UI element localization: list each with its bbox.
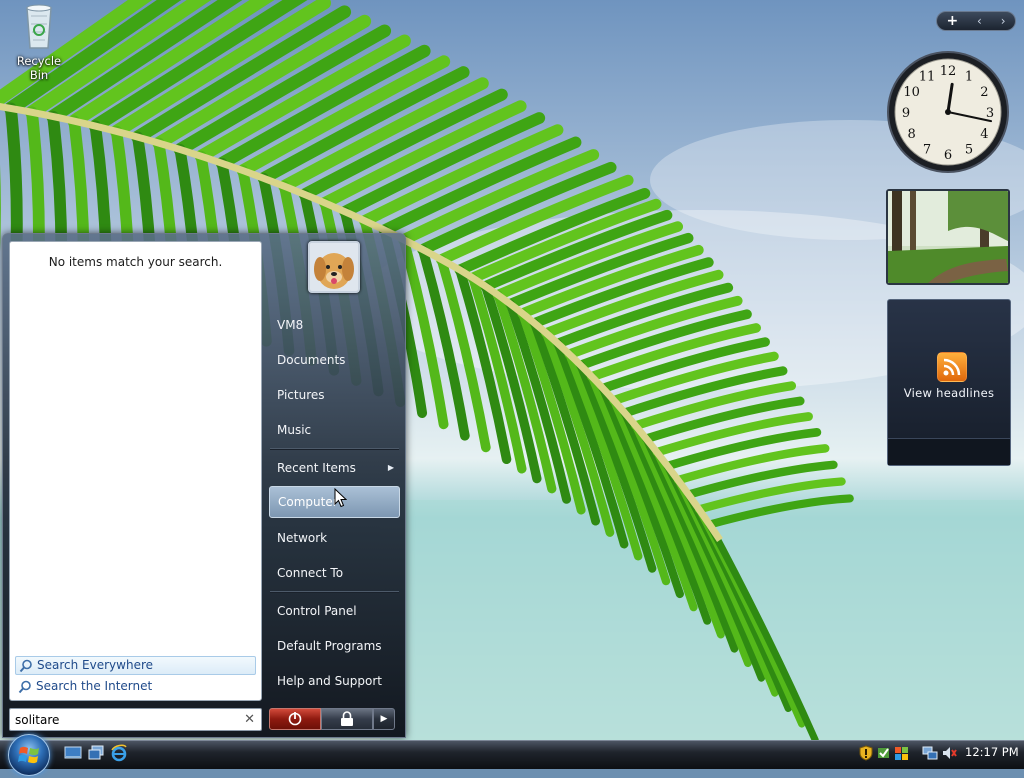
- clock-numeral: 6: [944, 148, 952, 163]
- start-menu-item-label: Recent Items: [277, 461, 356, 475]
- start-menu-item-label: VM8: [277, 318, 304, 332]
- add-gadget-button[interactable]: +: [946, 13, 958, 29]
- start-button[interactable]: [8, 734, 50, 776]
- clock-numeral: 2: [980, 85, 988, 100]
- start-menu-item-label: Music: [277, 423, 312, 437]
- clock-numeral: 10: [903, 85, 920, 100]
- dog-avatar-image: [310, 243, 358, 291]
- windows-flag-icon[interactable]: [894, 745, 910, 761]
- clock-numeral: 3: [986, 106, 994, 121]
- start-menu-item-label: Documents: [277, 353, 346, 367]
- start-menu: No items match your search. Search Every…: [2, 233, 406, 738]
- start-menu-item-recent-items[interactable]: Recent Items ▶: [269, 452, 400, 484]
- menu-separator: [270, 591, 399, 593]
- internet-explorer-icon[interactable]: [110, 744, 128, 762]
- search-everywhere-label: Search Everywhere: [37, 658, 153, 672]
- recycle-bin[interactable]: Recycle Bin: [6, 2, 72, 82]
- rss-icon: [937, 352, 967, 382]
- shutdown-options-button[interactable]: ▶: [373, 708, 395, 730]
- taskbar-clock[interactable]: 12:17 PM: [965, 745, 1019, 759]
- menu-separator: [270, 448, 399, 450]
- windows-logo-icon: [18, 746, 39, 764]
- start-menu-item-label: Help and Support: [277, 674, 382, 688]
- windows-update-icon[interactable]: [876, 745, 892, 761]
- submenu-arrow-icon: ▶: [387, 463, 394, 472]
- clock-numeral: 1: [965, 70, 973, 85]
- user-picture[interactable]: [308, 241, 360, 293]
- start-menu-item-label: Computer: [278, 495, 338, 509]
- start-menu-item-vm8[interactable]: VM8: [269, 309, 400, 341]
- feeds-footer: [888, 438, 1010, 465]
- security-shield-icon[interactable]: [858, 745, 874, 761]
- no-results-message: No items match your search.: [48, 255, 223, 269]
- start-menu-item-music[interactable]: Music: [269, 414, 400, 446]
- recycle-bin-icon: [26, 4, 52, 49]
- lock-icon: [341, 711, 353, 726]
- lock-button[interactable]: [321, 708, 373, 730]
- start-menu-item-connect-to[interactable]: Connect To: [269, 557, 400, 589]
- volume-muted-icon[interactable]: [941, 745, 957, 761]
- clear-search-button[interactable]: ✕: [244, 712, 255, 727]
- clock-numeral: 5: [965, 142, 973, 157]
- mouse-pointer: [334, 488, 347, 508]
- power-icon: [288, 712, 302, 726]
- clock-numeral: 11: [919, 70, 936, 85]
- start-menu-item-documents[interactable]: Documents: [269, 344, 400, 376]
- next-gadgets-button[interactable]: ›: [1001, 14, 1006, 28]
- search-everywhere-link[interactable]: Search Everywhere: [15, 656, 256, 675]
- clock-numeral: 12: [940, 64, 957, 79]
- search-internet-link[interactable]: Search the Internet: [15, 678, 256, 697]
- search-icon: [19, 659, 32, 673]
- power-controls: ▶: [269, 708, 395, 730]
- start-menu-item-label: Default Programs: [277, 639, 382, 653]
- recycle-bin-label: Recycle Bin: [16, 54, 62, 82]
- start-menu-item-control-panel[interactable]: Control Panel: [269, 595, 400, 627]
- forest-photo: [888, 191, 1008, 283]
- sidebar-controls: + ‹ ›: [936, 11, 1016, 31]
- start-menu-item-help-and-support[interactable]: Help and Support: [269, 665, 400, 697]
- start-search-box[interactable]: ✕: [9, 708, 262, 731]
- start-menu-item-label: Pictures: [277, 388, 325, 402]
- start-menu-item-default-programs[interactable]: Default Programs: [269, 630, 400, 662]
- clock-numeral: 4: [980, 127, 988, 142]
- show-desktop-icon[interactable]: [64, 744, 82, 762]
- start-menu-item-label: Control Panel: [277, 604, 357, 618]
- slideshow-gadget[interactable]: [886, 189, 1010, 285]
- start-menu-item-label: Network: [277, 531, 328, 545]
- clock-numeral: 8: [907, 127, 915, 142]
- search-icon: [18, 680, 31, 694]
- clock-numeral: 9: [902, 106, 910, 121]
- network-icon[interactable]: [922, 745, 938, 761]
- arrow-right-icon: ▶: [380, 714, 388, 724]
- view-headlines-link[interactable]: View headlines: [888, 386, 1010, 400]
- search-input[interactable]: [15, 712, 235, 727]
- start-menu-item-network[interactable]: Network: [269, 522, 400, 554]
- previous-gadgets-button[interactable]: ‹: [977, 14, 982, 28]
- search-internet-label: Search the Internet: [36, 679, 153, 693]
- start-menu-item-pictures[interactable]: Pictures: [269, 379, 400, 411]
- switch-windows-icon[interactable]: [87, 744, 105, 762]
- search-results-pane: No items match your search. Search Every…: [9, 241, 262, 701]
- feed-headlines-gadget[interactable]: View headlines: [887, 299, 1011, 466]
- clock-numeral: 7: [923, 142, 931, 157]
- power-button[interactable]: [269, 708, 321, 730]
- start-menu-item-label: Connect To: [277, 566, 344, 580]
- clock-gadget[interactable]: 12 12 3 45678 9 1011: [886, 50, 1010, 174]
